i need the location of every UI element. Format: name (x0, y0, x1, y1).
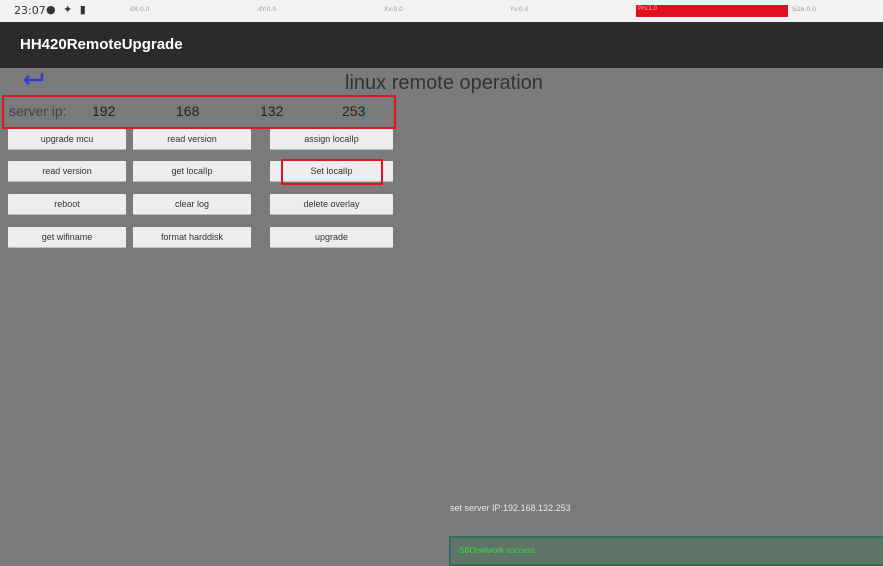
format-harddisk-button[interactable]: format harddisk (133, 227, 251, 248)
upgrade-button[interactable]: upgrade (270, 227, 393, 248)
result-panel: SBOnetwork success (449, 536, 883, 566)
assign-localip-button[interactable]: assign localIp (270, 129, 393, 150)
reboot-button[interactable]: reboot (8, 194, 126, 215)
metric-dx: dX:0.0 (130, 6, 150, 13)
delete-overlay-button[interactable]: delete overlay (270, 194, 393, 215)
metric-yv: Yv:0.0 (510, 6, 529, 13)
status-icons: ● ✦ ▮ (46, 3, 88, 16)
page-title: linux remote operation (345, 72, 543, 94)
clear-log-button[interactable]: clear log (133, 194, 251, 215)
get-wifiname-button[interactable]: get wifiname (8, 227, 126, 248)
metric-xv: Xv:0.0 (384, 6, 403, 13)
metric-dy: dY:0.0 (258, 6, 277, 13)
app-bar: HH420RemoteUpgrade (0, 22, 883, 68)
set-localip-highlight (281, 159, 383, 185)
log-message: set server IP:192.168.132.253 (450, 503, 571, 513)
pressure-bar: Prs:1.0 (636, 5, 788, 17)
result-text: SBOnetwork success (459, 546, 536, 555)
metric-size: Size:0.0 (792, 6, 816, 13)
upgrade-mcu-button[interactable]: upgrade mcu (8, 129, 126, 150)
get-localip-button[interactable]: get localIp (133, 161, 251, 182)
server-ip-highlight (2, 95, 396, 129)
status-time: 23:07 (14, 4, 46, 17)
read-version-button-2[interactable]: read version (8, 161, 126, 182)
app-title: HH420RemoteUpgrade (20, 36, 183, 53)
metric-prs: Prs:1.0 (638, 6, 658, 12)
read-version-button[interactable]: read version (133, 129, 251, 150)
back-arrow-icon[interactable] (20, 70, 46, 86)
status-bar: 23:07 ● ✦ ▮ dX:0.0 dY:0.0 Xv:0.0 Yv:0.0 … (0, 0, 883, 22)
